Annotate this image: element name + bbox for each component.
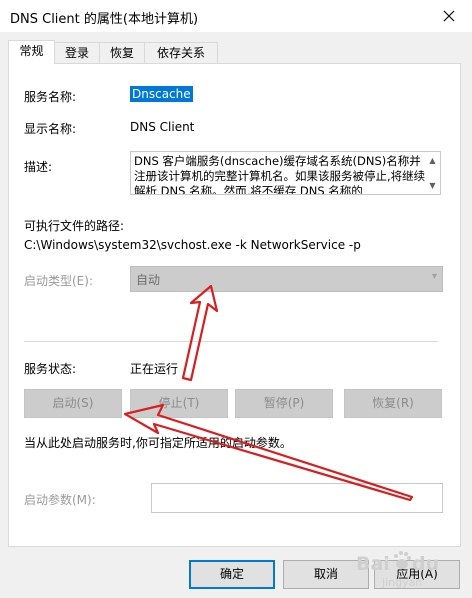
watermark-sub: jingyan xyxy=(381,576,422,589)
close-button[interactable] xyxy=(426,0,472,32)
exe-path-value[interactable]: C:\Windows\system32\svchost.exe -k Netwo… xyxy=(24,238,361,252)
close-icon xyxy=(443,10,455,22)
tab-dependencies[interactable]: 依存关系 xyxy=(144,42,218,63)
baidu-watermark: Bai du jingyan xyxy=(354,548,466,592)
service-status-label: 服务状态: xyxy=(24,362,77,376)
startup-type-value: 自动 xyxy=(136,273,161,287)
chevron-down-icon: ▾ xyxy=(431,271,437,282)
description-label: 描述: xyxy=(24,160,53,174)
scroll-up-arrow-icon[interactable]: ▲ xyxy=(426,154,439,167)
title-bar: DNS Client 的属性(本地计算机) xyxy=(0,0,472,32)
startup-type-label: 启动类型(E): xyxy=(24,274,93,288)
service-name-label: 服务名称: xyxy=(24,90,77,104)
exe-path-label: 可执行文件的路径: xyxy=(24,219,125,233)
service-status-value: 正在运行 xyxy=(130,362,179,376)
start-params-input[interactable] xyxy=(151,483,443,513)
window-title: DNS Client 的属性(本地计算机) xyxy=(10,12,199,27)
general-tab-panel: 服务名称: Dnscache 显示名称: DNS Client 描述: DNS … xyxy=(8,63,461,547)
watermark-brand-suffix: du xyxy=(412,553,439,575)
paw-logo-icon: Bai du jingyan xyxy=(356,551,439,589)
pause-button[interactable]: 暂停(P) xyxy=(235,389,333,418)
service-properties-dialog: DNS Client 的属性(本地计算机) 常规 登录 恢复 依存关系 服务名称… xyxy=(0,0,472,598)
display-name-label: 显示名称: xyxy=(24,122,77,136)
description-textbox[interactable]: DNS 客户端服务(dnscache)缓存域名系统(DNS)名称并注册该计算机的… xyxy=(130,151,441,195)
start-params-label: 启动参数(M): xyxy=(24,493,96,507)
start-button[interactable]: 启动(S) xyxy=(24,389,122,418)
ok-button[interactable]: 确定 xyxy=(189,560,275,589)
watermark-brand: Bai xyxy=(356,553,390,575)
tab-logon[interactable]: 登录 xyxy=(54,42,100,63)
stop-button[interactable]: 停止(T) xyxy=(130,389,228,418)
service-name-value[interactable]: Dnscache xyxy=(130,86,193,102)
scroll-down-arrow-icon[interactable]: ▼ xyxy=(426,179,439,192)
start-params-hint: 当从此处启动服务时,你可指定所适用的启动参数。 xyxy=(24,436,292,450)
description-text: DNS 客户端服务(dnscache)缓存域名系统(DNS)名称并注册该计算机的… xyxy=(134,154,426,195)
tab-general[interactable]: 常规 xyxy=(8,40,55,64)
display-name-value[interactable]: DNS Client xyxy=(130,120,194,134)
startup-type-select[interactable]: 自动 ▾ xyxy=(130,266,443,292)
divider xyxy=(24,341,438,342)
resume-button[interactable]: 恢复(R) xyxy=(344,389,442,418)
tab-recovery[interactable]: 恢复 xyxy=(99,42,145,63)
